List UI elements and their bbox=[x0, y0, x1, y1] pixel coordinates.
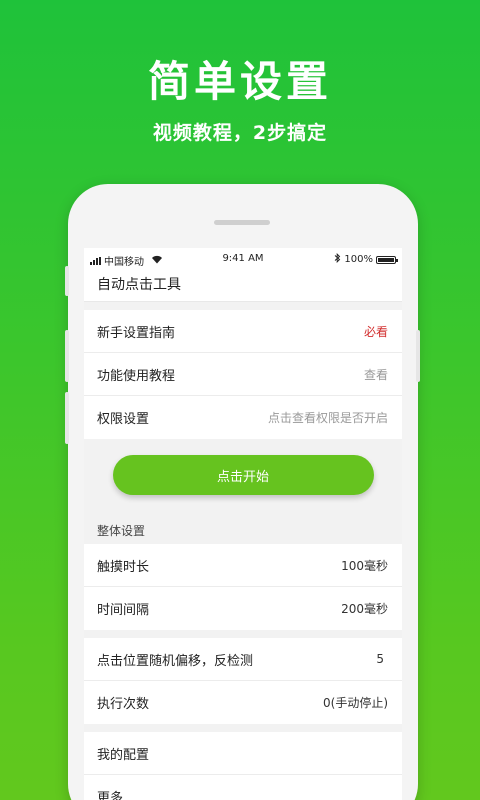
row-execution-count[interactable]: 执行次数 0(手动停止) bbox=[84, 681, 402, 724]
row-random-offset[interactable]: 点击位置随机偏移，反检测 5 bbox=[84, 638, 402, 681]
offset-group: 点击位置随机偏移，反检测 5 执行次数 0(手动停止) bbox=[84, 638, 402, 724]
hero-subtitle: 视频教程，2步搞定 bbox=[152, 122, 328, 144]
phone-side-button bbox=[65, 266, 69, 296]
row-label: 点击位置随机偏移，反检测 bbox=[97, 653, 254, 669]
phone-side-button bbox=[416, 330, 420, 382]
bluetooth-icon bbox=[334, 252, 341, 266]
row-value: 5 bbox=[376, 652, 384, 666]
row-permissions[interactable]: 权限设置 点击查看权限是否开启 bbox=[84, 396, 402, 439]
row-label: 更多 bbox=[97, 791, 124, 800]
battery-icon bbox=[376, 255, 398, 264]
row-time-interval[interactable]: 时间间隔 200毫秒 bbox=[84, 587, 402, 630]
row-label: 权限设置 bbox=[97, 412, 150, 427]
row-label: 触摸时长 bbox=[97, 559, 150, 575]
start-button[interactable]: 点击开始 bbox=[112, 455, 374, 495]
row-value: 必看 bbox=[363, 324, 388, 339]
section-title-overall: 整体设置 bbox=[97, 524, 146, 538]
phone-screen: 中国移动 9:41 AM 100% 自动点击工具 新手设置指南 必看 功能使用教… bbox=[84, 248, 402, 800]
app-title: 自动点击工具 bbox=[84, 270, 402, 302]
row-label: 功能使用教程 bbox=[97, 368, 176, 384]
guide-group: 新手设置指南 必看 功能使用教程 查看 权限设置 点击查看权限是否开启 bbox=[84, 310, 402, 439]
status-bar: 中国移动 9:41 AM 100% bbox=[84, 248, 402, 270]
row-touch-duration[interactable]: 触摸时长 100毫秒 bbox=[84, 544, 402, 587]
row-label: 时间间隔 bbox=[97, 603, 150, 618]
row-value: 100毫秒 bbox=[341, 558, 388, 573]
row-value: 0(手动停止) bbox=[323, 696, 388, 710]
phone-side-button bbox=[65, 392, 69, 444]
hero-title: 简单设置 bbox=[147, 57, 332, 106]
row-label: 我的配置 bbox=[97, 747, 150, 763]
row-value: 查看 bbox=[363, 367, 388, 382]
row-tutorial[interactable]: 功能使用教程 查看 bbox=[84, 353, 402, 396]
row-setup-guide[interactable]: 新手设置指南 必看 bbox=[84, 310, 402, 353]
row-label: 新手设置指南 bbox=[97, 325, 176, 341]
phone-speaker bbox=[214, 220, 270, 225]
more-group: 我的配置 更多 bbox=[84, 732, 402, 800]
overall-settings-group: 触摸时长 100毫秒 时间间隔 200毫秒 bbox=[84, 544, 402, 630]
phone-side-button bbox=[65, 330, 69, 382]
battery-percent: 100% bbox=[344, 254, 373, 265]
row-value: 点击查看权限是否开启 bbox=[267, 411, 388, 425]
row-value: 200毫秒 bbox=[341, 602, 388, 616]
row-my-config[interactable]: 我的配置 bbox=[84, 732, 402, 775]
row-more[interactable]: 更多 bbox=[84, 775, 402, 800]
row-label: 执行次数 bbox=[97, 697, 150, 712]
